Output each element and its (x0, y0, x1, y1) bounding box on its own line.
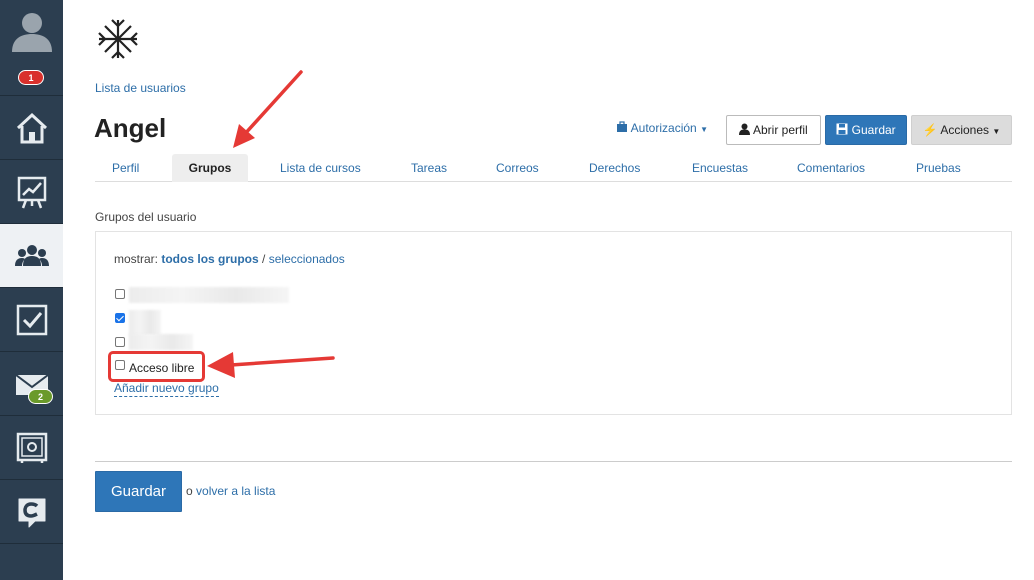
tab-groups[interactable]: Grupos (172, 154, 248, 182)
tab-course-list[interactable]: Lista de cursos (280, 154, 361, 182)
add-new-group-link[interactable]: Añadir nuevo grupo (114, 381, 219, 397)
open-profile-button[interactable]: Abrir perfil (726, 115, 821, 145)
tab-rights[interactable]: Derechos (589, 154, 640, 182)
group-name-redacted (129, 334, 193, 350)
back-to-list-link[interactable]: volver a la lista (196, 484, 275, 498)
group-checkbox-free-access[interactable] (115, 360, 125, 370)
group-checkbox-1[interactable] (115, 289, 125, 299)
brand-logo-icon (98, 19, 138, 59)
footer-save-button[interactable]: Guardar (95, 471, 182, 512)
floppy-disk-icon (836, 123, 848, 135)
sidebar: 1 2 (0, 0, 63, 580)
sidebar-item-reports[interactable] (0, 160, 63, 224)
group-checkbox-3[interactable] (115, 337, 125, 347)
sidebar-avatar[interactable]: 1 (0, 0, 63, 96)
chat-c-icon (18, 498, 46, 528)
breadcrumb-users-list[interactable]: Lista de usuarios (95, 81, 186, 95)
users-group-icon (15, 245, 49, 266)
group-name-redacted (129, 310, 161, 336)
group-filter: mostrar: todos los grupos / seleccionado… (114, 252, 345, 266)
free-access-label[interactable]: Acceso libre (129, 361, 194, 375)
back-line: o volver a la lista (186, 484, 275, 498)
sidebar-item-safe[interactable] (0, 416, 63, 480)
sidebar-item-home[interactable] (0, 96, 63, 160)
lightning-icon: ⚡ (922, 123, 938, 137)
tab-profile[interactable]: Perfil (112, 154, 139, 182)
authorization-label: Autorización (630, 121, 697, 135)
filter-selected-link[interactable]: seleccionados (269, 252, 345, 266)
home-icon (16, 112, 48, 144)
safe-icon (16, 432, 48, 463)
open-profile-label: Abrir perfil (752, 123, 808, 137)
sidebar-item-users[interactable] (0, 224, 63, 288)
filter-prefix: mostrar: (114, 252, 159, 266)
tab-tasks[interactable]: Tareas (411, 154, 447, 182)
user-icon (739, 123, 751, 135)
user-avatar-icon (12, 13, 52, 52)
filter-all-groups-link[interactable]: todos los grupos (161, 252, 258, 266)
group-name-redacted (129, 287, 289, 303)
sidebar-item-mail[interactable]: 2 (0, 352, 63, 416)
actions-label: Acciones (940, 123, 990, 137)
form-divider (95, 461, 1012, 462)
actions-dropdown-button[interactable]: ⚡ Acciones ▼ (911, 115, 1012, 145)
briefcase-icon (617, 121, 627, 132)
page-title: Angel (94, 113, 167, 143)
chart-board-icon (17, 176, 47, 209)
groups-panel: mostrar: todos los grupos / seleccionado… (95, 231, 1012, 415)
tab-emails[interactable]: Correos (496, 154, 539, 182)
tab-tests[interactable]: Pruebas (916, 154, 961, 182)
main-content: Lista de usuarios Angel Autorización ▼ A… (63, 0, 1034, 580)
mail-badge[interactable]: 2 (28, 389, 53, 404)
group-checkbox-2[interactable] (115, 313, 125, 323)
authorization-dropdown[interactable]: Autorización ▼ (616, 121, 708, 135)
tab-comments[interactable]: Comentarios (797, 154, 865, 182)
save-label: Guardar (851, 123, 896, 137)
notifications-badge[interactable]: 1 (18, 70, 44, 85)
user-groups-heading: Grupos del usuario (95, 210, 197, 224)
save-button[interactable]: Guardar (825, 115, 907, 145)
filter-separator: / (262, 252, 266, 266)
caret-down-icon: ▼ (700, 125, 708, 134)
caret-down-icon: ▼ (992, 127, 1001, 136)
sidebar-item-tasks[interactable] (0, 288, 63, 352)
checkbox-task-icon (16, 304, 48, 336)
tab-surveys[interactable]: Encuestas (692, 154, 748, 182)
or-text: o (186, 484, 193, 498)
sidebar-item-chat[interactable] (0, 480, 63, 544)
tab-bar: Perfil Grupos Lista de cursos Tareas Cor… (95, 154, 1012, 182)
